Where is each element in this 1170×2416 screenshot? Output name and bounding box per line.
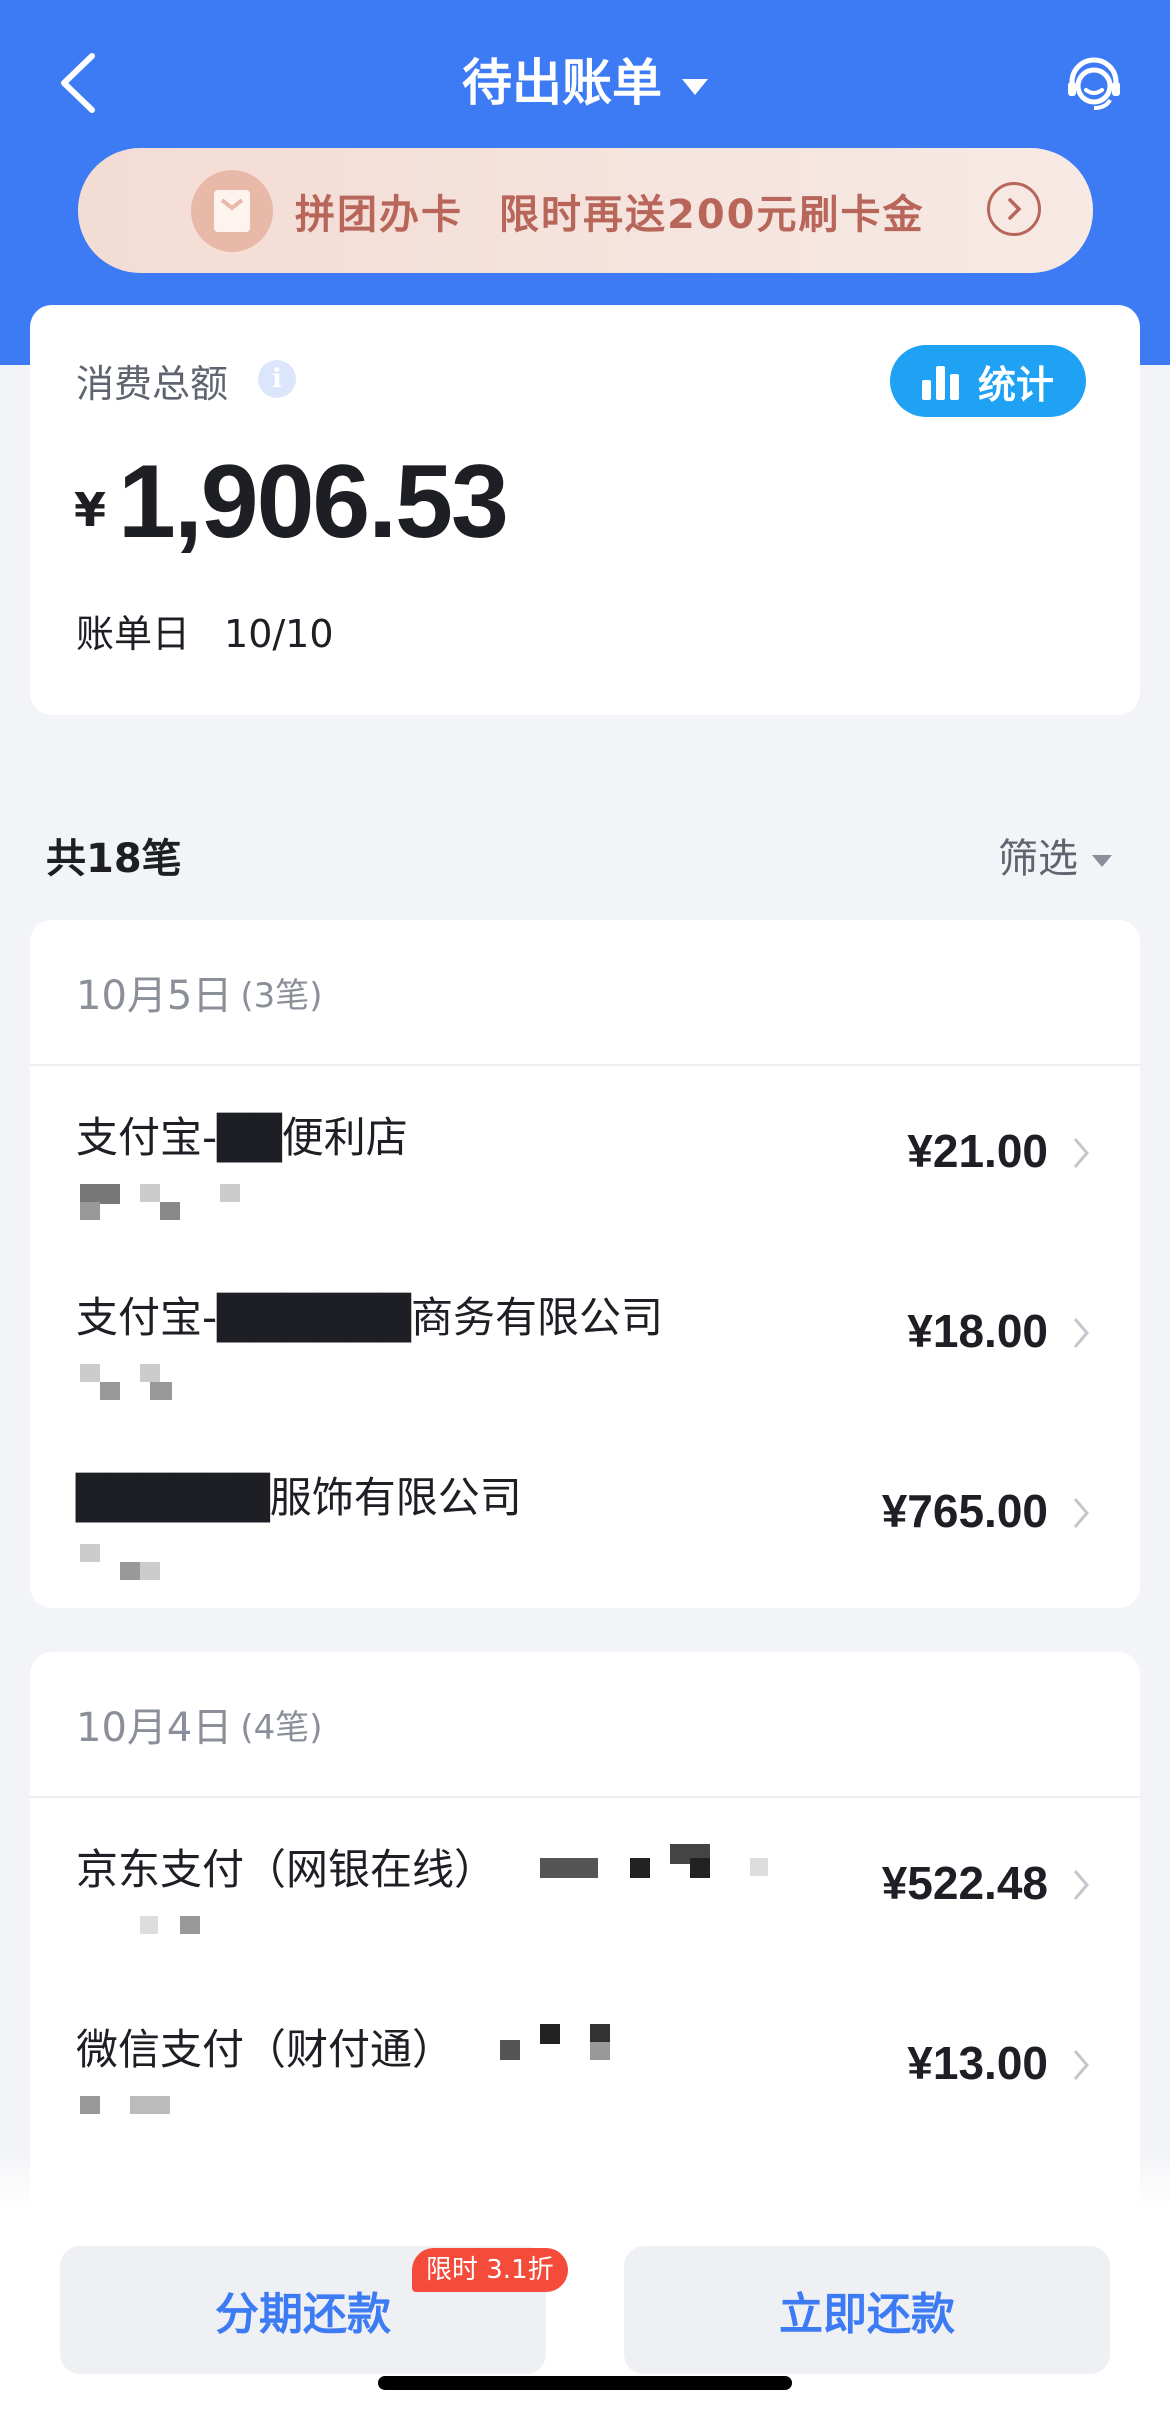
promo-banner[interactable]: 拼团办卡 限时再送200元刷卡金 (78, 148, 1093, 273)
bill-day-row: 账单日 10/10 (76, 603, 334, 658)
date-group: 10月5日 (3笔) 支付宝-██便利店 ¥21.00 支付宝-██████商务… (30, 920, 1140, 1608)
chevron-right-icon (1073, 1138, 1089, 1168)
repay-now-button[interactable]: 立即还款 (624, 2246, 1110, 2374)
stats-button[interactable]: 统计 (890, 345, 1086, 417)
caret-down-icon (682, 78, 708, 95)
group-count: (4笔) (240, 1707, 323, 1748)
total-amount: 1,906.53 (118, 444, 509, 560)
group-header: 10月4日 (4笔) (30, 1652, 1140, 1798)
caret-down-icon (1092, 855, 1112, 867)
group-date: 10月5日 (76, 973, 233, 1019)
transaction-amount: ¥13.00 (907, 2037, 1048, 2089)
bill-day-label: 账单日 (76, 612, 191, 656)
total-spend-label: 消费总额 (76, 362, 229, 406)
promo-text-2: 限时再送200元刷卡金 (499, 191, 925, 238)
transaction-amount: ¥522.48 (881, 1857, 1048, 1909)
redacted-mosaic (80, 1184, 240, 1220)
redacted-mosaic (80, 1364, 240, 1400)
promo-text: 拼团办卡 限时再送200元刷卡金 (295, 182, 925, 240)
transaction-row[interactable]: 支付宝-██████商务有限公司 ¥18.00 (30, 1246, 1140, 1426)
transaction-name: 京东支付（网银在线） (76, 1845, 497, 1894)
redacted-mosaic (540, 1844, 800, 1884)
redacted-mosaic (80, 1544, 240, 1580)
transaction-name: 微信支付（财付通） (76, 2025, 455, 2074)
page-title-dropdown[interactable]: 待出账单 (0, 48, 1170, 118)
chevron-right-icon (1073, 1498, 1089, 1528)
chevron-right-icon (1073, 2050, 1089, 2080)
discount-badge: 限时 3.1折 (412, 2248, 568, 2292)
summary-card: 消费总额 i 统计 ¥ 1,906.53 账单日 10/10 (30, 305, 1140, 715)
transaction-row[interactable]: 支付宝-██便利店 ¥21.00 (30, 1066, 1140, 1246)
info-icon[interactable]: i (258, 360, 296, 398)
transaction-name: ██████服饰有限公司 (76, 1473, 522, 1522)
installment-label: 分期还款 (215, 2289, 391, 2340)
transaction-name: 支付宝-██████商务有限公司 (76, 1293, 663, 1342)
redacted-mosaic (80, 1916, 240, 1952)
transaction-row[interactable]: 微信支付（财付通） ¥13.00 (30, 1978, 1140, 2158)
transaction-amount: ¥21.00 (907, 1125, 1048, 1177)
customer-service-icon[interactable] (1062, 52, 1126, 116)
promo-text-1: 拼团办卡 (295, 191, 463, 238)
transaction-name: 支付宝-██便利店 (76, 1113, 408, 1162)
chevron-right-circle-icon[interactable] (987, 182, 1041, 236)
filter-button[interactable]: 筛选 (998, 826, 1112, 884)
group-header: 10月5日 (3笔) (30, 920, 1140, 1066)
bar-chart-icon (921, 362, 964, 400)
chevron-right-icon (1073, 1318, 1089, 1348)
gift-card-icon (191, 169, 273, 252)
group-count: (3笔) (240, 975, 323, 1016)
transaction-row[interactable]: ██████服饰有限公司 ¥765.00 (30, 1426, 1140, 1606)
chevron-right-icon (1073, 1870, 1089, 1900)
transaction-amount: ¥765.00 (881, 1485, 1048, 1537)
stats-label: 统计 (977, 362, 1054, 407)
redacted-mosaic (80, 2096, 240, 2132)
transaction-amount: ¥18.00 (907, 1305, 1048, 1357)
group-date: 10月4日 (76, 1705, 233, 1751)
bill-day-value: 10/10 (224, 612, 334, 656)
list-fade (0, 2150, 1170, 2210)
transaction-row[interactable]: 京东支付（网银在线） ¥522.48 (30, 1798, 1140, 1978)
home-indicator (378, 2376, 792, 2390)
redacted-mosaic (500, 2024, 660, 2064)
transaction-count: 共18笔 (46, 836, 182, 882)
filter-label: 筛选 (998, 836, 1078, 882)
repay-now-label: 立即还款 (779, 2289, 955, 2340)
currency-symbol: ¥ (74, 483, 107, 537)
page-title: 待出账单 (462, 54, 662, 112)
